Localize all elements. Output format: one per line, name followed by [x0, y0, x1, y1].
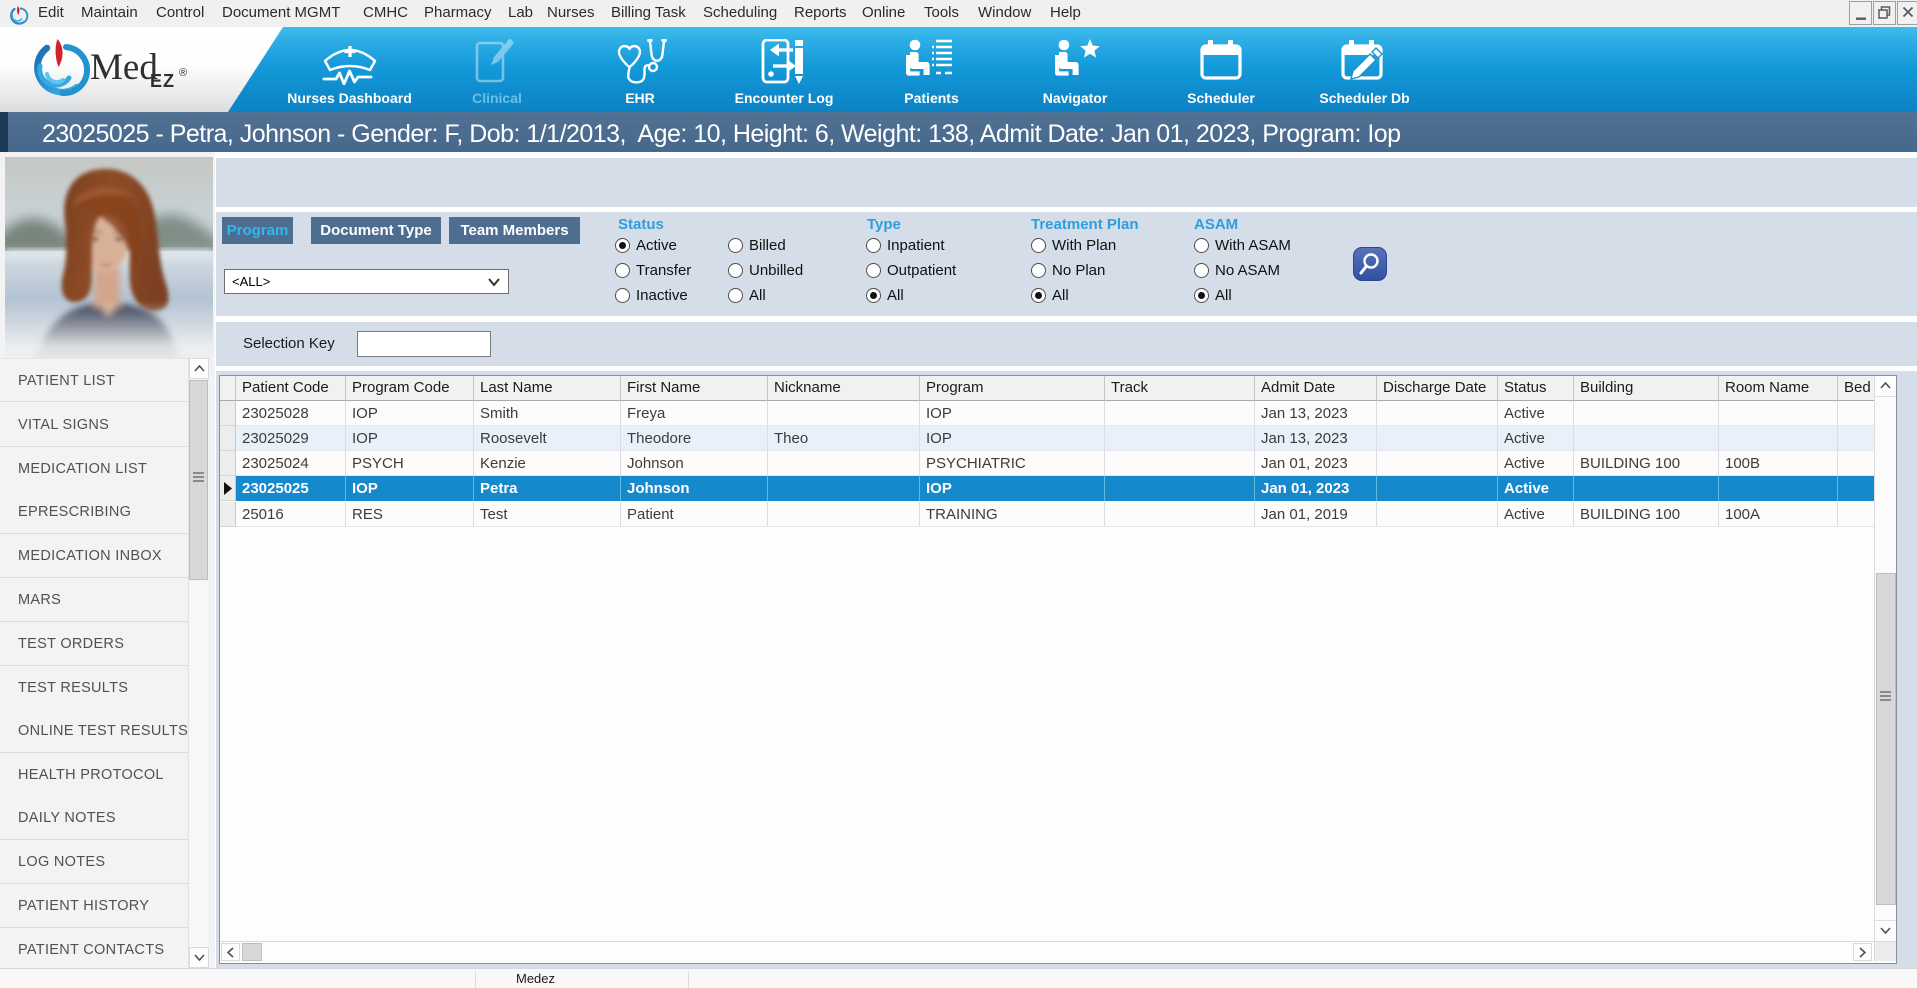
- svg-text:Med: Med: [90, 47, 158, 88]
- svg-text:EZ: EZ: [150, 71, 175, 91]
- svg-text:®: ®: [179, 67, 187, 79]
